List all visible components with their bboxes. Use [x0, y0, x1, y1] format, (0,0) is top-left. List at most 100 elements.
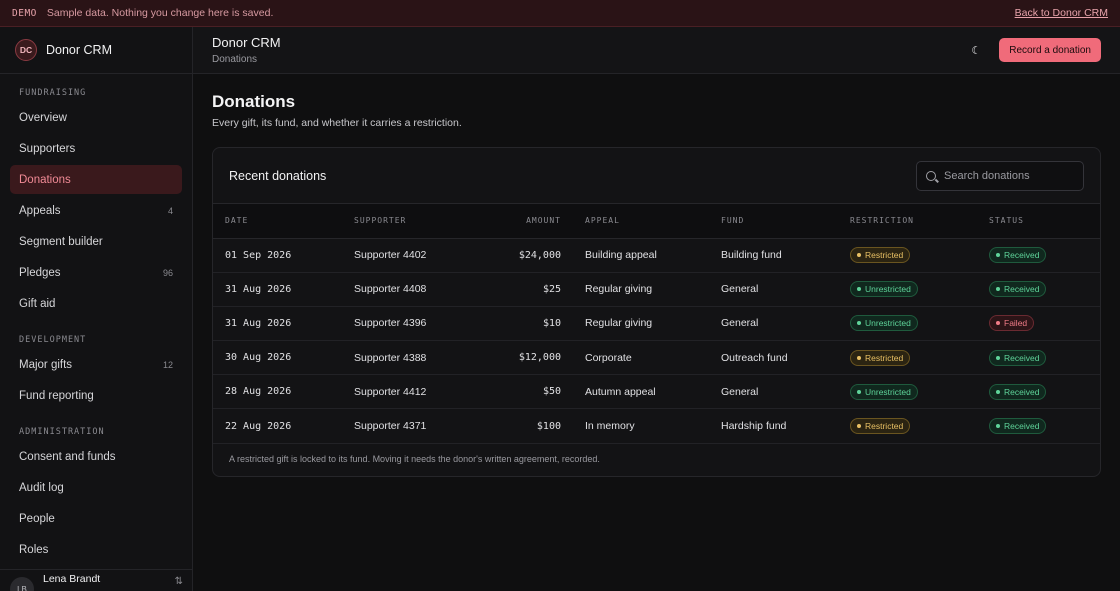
sidebar-item-major-gifts[interactable]: Major gifts 12: [10, 350, 182, 379]
sidebar-item-people[interactable]: People: [10, 504, 182, 533]
sidebar-item-donations[interactable]: Donations: [10, 165, 182, 194]
sidebar-item-count: 12: [162, 359, 173, 370]
user-menu[interactable]: LB Lena Brandt ⇅: [0, 569, 192, 591]
supporter-cell: Supporter 4412: [354, 385, 427, 398]
supporter-cell: Supporter 4402: [354, 249, 427, 262]
amount-cell: $24,000: [518, 249, 561, 261]
sidebar-item-label: Consent and funds: [19, 450, 116, 463]
fund-cell: Building fund: [721, 249, 782, 262]
status-badge-label: Received: [1004, 352, 1040, 363]
sidebar-item-label: Overview: [19, 111, 67, 124]
supporter-cell: Supporter 4371: [354, 420, 427, 433]
restriction-cell: Restricted: [850, 238, 989, 272]
supporter-cell: Supporter 4396: [354, 317, 427, 330]
sidebar-item-fund-reporting[interactable]: Fund reporting: [10, 381, 182, 410]
status-dot-icon: [996, 424, 1000, 429]
sidebar-item-overview[interactable]: Overview: [10, 103, 182, 132]
column-header-appeal[interactable]: APPEAL: [585, 204, 721, 239]
record-donation-button[interactable]: Record a donation: [999, 38, 1101, 62]
sidebar: DC Donor CRM FUNDRAISING Overview Supporte…: [0, 27, 193, 591]
date-cell: 31 Aug 2026: [225, 317, 292, 329]
date-cell: 01 Sep 2026: [225, 249, 292, 261]
table-row[interactable]: 31 Aug 2026 Supporter 4408 $25 Regular givi…: [213, 272, 1100, 307]
card-header: Recent donations: [213, 148, 1100, 204]
restriction-badge: Restricted: [850, 349, 911, 366]
demo-banner: DEMO Sample data. Nothing you change her…: [0, 0, 1120, 27]
sidebar-item-label: Roles: [19, 543, 49, 556]
search-box[interactable]: [916, 160, 1084, 191]
fund-cell: General: [721, 283, 759, 296]
switch-icon[interactable]: ⇅: [175, 576, 183, 587]
back-to-crm-link[interactable]: Back to Donor CRM: [1015, 7, 1108, 19]
moon-icon[interactable]: ☾: [967, 41, 985, 59]
restriction-badge-label: Unrestricted: [865, 386, 911, 397]
sidebar-item-label: Segment builder: [19, 235, 103, 248]
table-row[interactable]: 28 Aug 2026 Supporter 4412 $50 Autumn appea…: [213, 375, 1100, 409]
sidebar-item-segment-builder[interactable]: Segment builder: [10, 227, 182, 256]
status-cell: Received: [989, 272, 1100, 306]
sidebar-item-label: Fund reporting: [19, 389, 94, 402]
table-row[interactable]: 01 Sep 2026 Supporter 4402 $24,000 Building…: [213, 238, 1100, 273]
appeal-cell: Regular giving: [585, 317, 653, 330]
status-badge: Failed: [989, 315, 1035, 332]
recent-donations-card: Recent donations DATE SUPPORTER AMOUNT A…: [212, 147, 1101, 477]
nav-section-heading: ADMINISTRATION: [19, 427, 105, 437]
page-header: Donations Every gift, its fund, and whet…: [212, 92, 1101, 129]
sidebar-item-consent-and-funds[interactable]: Consent and funds: [10, 442, 182, 471]
restriction-badge: Unrestricted: [850, 281, 918, 298]
supporter-cell: Supporter 4408: [354, 283, 427, 296]
status-dot-icon: [857, 389, 861, 394]
table-row[interactable]: 30 Aug 2026 Supporter 4388 $12,000 Corporat…: [213, 341, 1100, 375]
sidebar-item-pledges[interactable]: Pledges 96: [10, 258, 182, 287]
column-header-amount[interactable]: AMOUNT: [475, 204, 585, 239]
topbar: Donor CRM Donations ☾ Record a donation: [193, 27, 1120, 74]
status-dot-icon: [857, 355, 861, 360]
restriction-cell: Unrestricted: [850, 272, 989, 306]
status-badge-label: Received: [1004, 386, 1040, 397]
nav-section-heading: DEVELOPMENT: [19, 335, 87, 345]
card-title: Recent donations: [229, 168, 327, 183]
fund-cell: General: [721, 385, 759, 398]
sidebar-item-count: 96: [162, 267, 173, 278]
status-dot-icon: [857, 253, 861, 258]
sidebar-item-gift-aid[interactable]: Gift aid: [10, 289, 182, 318]
status-dot-icon: [996, 321, 1000, 326]
amount-cell: $12,000: [518, 352, 561, 364]
column-header-status[interactable]: STATUS: [989, 204, 1100, 239]
status-badge: Received: [989, 281, 1047, 298]
table-row[interactable]: 22 Aug 2026 Supporter 4371 $100 In memory Ha…: [213, 409, 1100, 444]
sidebar-item-audit-log[interactable]: Audit log: [10, 473, 182, 502]
appeal-cell: In memory: [585, 420, 635, 433]
status-cell: Failed: [989, 306, 1100, 340]
column-header-supporter[interactable]: SUPPORTER: [354, 204, 475, 239]
sidebar-item-label: People: [19, 512, 55, 525]
sidebar-item-roles[interactable]: Roles: [10, 535, 182, 564]
status-dot-icon: [996, 355, 1000, 360]
search-input[interactable]: [944, 169, 1074, 182]
sidebar-item-appeals[interactable]: Appeals 4: [10, 196, 182, 225]
column-header-restriction[interactable]: RESTRICTION: [850, 204, 989, 239]
restriction-badge-label: Restricted: [865, 352, 904, 363]
nav-section: DEVELOPMENT Major gifts 12 Fund reporting: [0, 334, 192, 410]
supporter-cell: Supporter 4388: [354, 351, 427, 364]
amount-cell: $100: [536, 420, 561, 432]
sidebar-item-label: Audit log: [19, 481, 64, 494]
column-header-date[interactable]: DATE: [213, 204, 354, 239]
nav-section: ADMINISTRATION Consent and funds Audit log…: [0, 426, 192, 564]
status-badge: Received: [989, 247, 1047, 264]
fund-cell: Hardship fund: [721, 420, 787, 433]
status-badge-label: Failed: [1004, 318, 1028, 329]
sidebar-item-supporters[interactable]: Supporters: [10, 134, 182, 163]
restriction-cell: Unrestricted: [850, 375, 989, 409]
search-icon: [926, 170, 936, 181]
date-cell: 28 Aug 2026: [225, 386, 292, 398]
page-title: Donations: [212, 92, 296, 111]
status-dot-icon: [996, 253, 1000, 258]
brand[interactable]: DC Donor CRM: [0, 27, 192, 74]
breadcrumb: Donations: [212, 54, 258, 65]
restriction-cell: Restricted: [850, 341, 989, 375]
table-row[interactable]: 31 Aug 2026 Supporter 4396 $10 Regular givi…: [213, 306, 1100, 341]
restriction-badge-label: Restricted: [865, 250, 904, 261]
column-header-fund[interactable]: FUND: [721, 204, 850, 239]
sidebar-item-label: Supporters: [19, 142, 76, 155]
